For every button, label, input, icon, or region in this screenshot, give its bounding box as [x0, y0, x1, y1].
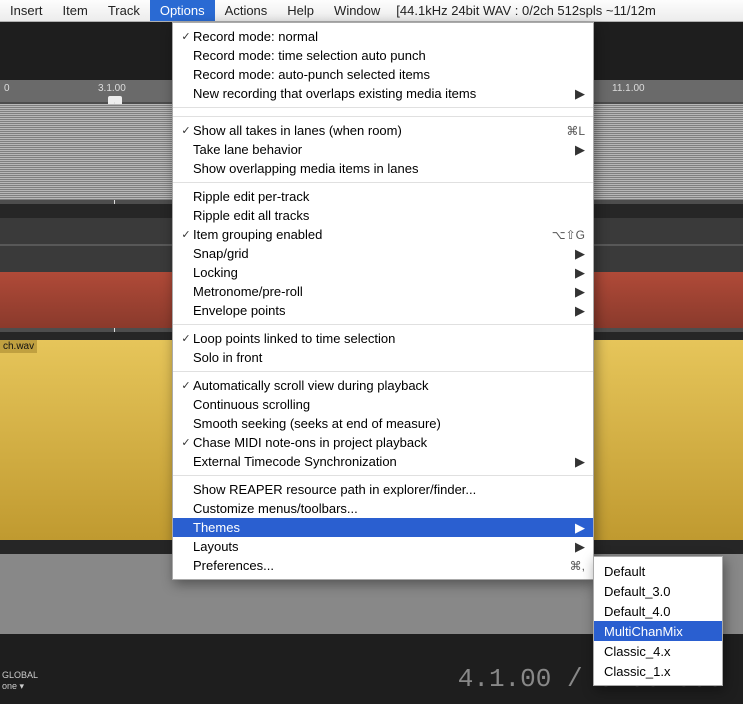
shortcut-label: ⌘L [566, 124, 585, 138]
mixer-none-dropdown[interactable]: one ▾ [2, 681, 24, 692]
themes-submenu: Default Default_3.0 Default_4.0 MultiChanMi… [593, 556, 723, 686]
menu-g7-0[interactable]: Show REAPER resource path in explorer/fi… [173, 480, 593, 499]
menu-label: Show all takes in lanes (when room) [193, 123, 566, 138]
menu-options[interactable]: Options [150, 0, 215, 21]
submenu-arrow-icon: ▶ [575, 246, 585, 262]
theme-label: Default_3.0 [604, 584, 671, 599]
options-dropdown: ✓Record mode: normalRecord mode: time se… [172, 22, 594, 580]
menu-label: Loop points linked to time selection [193, 331, 585, 346]
menu-g5-1[interactable]: Solo in front [173, 348, 593, 367]
menu-label: Show overlapping media items in lanes [193, 161, 585, 176]
ruler-mark-0: 0 [4, 83, 10, 94]
submenu-arrow-icon: ▶ [575, 454, 585, 470]
menu-label: Record mode: auto-punch selected items [193, 67, 585, 82]
menu-label: External Timecode Synchronization [193, 454, 575, 469]
shortcut-label: ⌘, [570, 559, 585, 573]
menubar: Insert Item Track Options Actions Help W… [0, 0, 743, 22]
menu-label: Snap/grid [193, 246, 575, 261]
menu-label: Ripple edit all tracks [193, 208, 585, 223]
ruler-mark-3: 3.1.00 [98, 83, 126, 94]
menu-label: Layouts [193, 539, 575, 554]
menu-g4-6[interactable]: Envelope points▶ [173, 301, 593, 320]
theme-item-default_4.0[interactable]: Default_4.0 [594, 601, 722, 621]
menu-label: New recording that overlaps existing med… [193, 86, 575, 101]
menu-g1-1[interactable]: Record mode: time selection auto punch [173, 46, 593, 65]
theme-label: Default [604, 564, 645, 579]
menu-g4-1[interactable]: Ripple edit all tracks [173, 206, 593, 225]
menu-insert[interactable]: Insert [0, 0, 53, 21]
menu-label: Ripple edit per-track [193, 189, 585, 204]
theme-item-default_3.0[interactable]: Default_3.0 [594, 581, 722, 601]
theme-label: Classic_1.x [604, 664, 670, 679]
menu-g3-1[interactable]: Take lane behavior▶ [173, 140, 593, 159]
menu-g3-2[interactable]: Show overlapping media items in lanes [173, 159, 593, 178]
menu-g4-3[interactable]: Snap/grid▶ [173, 244, 593, 263]
clip-filename: ch.wav [0, 340, 37, 353]
menu-label: Chase MIDI note-ons in project playback [193, 435, 585, 450]
submenu-arrow-icon: ▶ [575, 539, 585, 555]
check-icon: ✓ [179, 332, 193, 345]
ruler-mark-11: 11.1.00 [612, 83, 645, 94]
menu-g6-1[interactable]: Continuous scrolling [173, 395, 593, 414]
menu-label: Solo in front [193, 350, 585, 365]
menu-label: Item grouping enabled [193, 227, 552, 242]
check-icon: ✓ [179, 124, 193, 137]
menu-label: Metronome/pre-roll [193, 284, 575, 299]
menu-g6-4[interactable]: External Timecode Synchronization▶ [173, 452, 593, 471]
menu-label: Preferences... [193, 558, 570, 573]
menu-g4-0[interactable]: Ripple edit per-track [173, 187, 593, 206]
theme-item-default[interactable]: Default [594, 561, 722, 581]
theme-item-classic_1.x[interactable]: Classic_1.x [594, 661, 722, 681]
menu-label: Themes [193, 520, 575, 535]
mixer-global-label: GLOBAL [2, 670, 38, 680]
menu-actions[interactable]: Actions [215, 0, 278, 21]
theme-label: Classic_4.x [604, 644, 670, 659]
menu-label: Smooth seeking (seeks at end of measure) [193, 416, 585, 431]
menu-g1-2[interactable]: Record mode: auto-punch selected items [173, 65, 593, 84]
menu-g4-5[interactable]: Metronome/pre-roll▶ [173, 282, 593, 301]
menu-label: Record mode: time selection auto punch [193, 48, 585, 63]
menu-label: Customize menus/toolbars... [193, 501, 585, 516]
shortcut-label: ⌥⇧G [552, 228, 585, 242]
menu-g6-0[interactable]: ✓Automatically scroll view during playba… [173, 376, 593, 395]
theme-label: Default_4.0 [604, 604, 671, 619]
check-icon: ✓ [179, 436, 193, 449]
submenu-arrow-icon: ▶ [575, 284, 585, 300]
menu-label: Locking [193, 265, 575, 280]
menu-g4-2[interactable]: ✓Item grouping enabled⌥⇧G [173, 225, 593, 244]
menu-g7-3[interactable]: Layouts▶ [173, 537, 593, 556]
menu-label: Automatically scroll view during playbac… [193, 378, 585, 393]
menu-g6-3[interactable]: ✓Chase MIDI note-ons in project playback [173, 433, 593, 452]
menu-help[interactable]: Help [277, 0, 324, 21]
menu-g7-2[interactable]: Themes▶ [173, 518, 593, 537]
check-icon: ✓ [179, 30, 193, 43]
menu-g7-4[interactable]: Preferences...⌘, [173, 556, 593, 575]
menu-status: [44.1kHz 24bit WAV : 0/2ch 512spls ~11/1… [390, 0, 662, 21]
menu-g1-0[interactable]: ✓Record mode: normal [173, 27, 593, 46]
menu-label: Take lane behavior [193, 142, 575, 157]
menu-label: Show REAPER resource path in explorer/fi… [193, 482, 585, 497]
menu-g5-0[interactable]: ✓Loop points linked to time selection [173, 329, 593, 348]
menu-label: Envelope points [193, 303, 575, 318]
theme-label: MultiChanMix [604, 624, 683, 639]
menu-item[interactable]: Item [53, 0, 98, 21]
menu-g6-2[interactable]: Smooth seeking (seeks at end of measure) [173, 414, 593, 433]
submenu-arrow-icon: ▶ [575, 303, 585, 319]
menu-g4-4[interactable]: Locking▶ [173, 263, 593, 282]
menu-label: Record mode: normal [193, 29, 585, 44]
submenu-arrow-icon: ▶ [575, 86, 585, 102]
theme-item-classic_4.x[interactable]: Classic_4.x [594, 641, 722, 661]
menu-window[interactable]: Window [324, 0, 390, 21]
menu-track[interactable]: Track [98, 0, 150, 21]
submenu-arrow-icon: ▶ [575, 142, 585, 158]
menu-label: Continuous scrolling [193, 397, 585, 412]
menu-g1-3[interactable]: New recording that overlaps existing med… [173, 84, 593, 103]
menu-g3-0[interactable]: ✓Show all takes in lanes (when room)⌘L [173, 121, 593, 140]
check-icon: ✓ [179, 228, 193, 241]
check-icon: ✓ [179, 379, 193, 392]
submenu-arrow-icon: ▶ [575, 265, 585, 281]
theme-item-multichanmix[interactable]: MultiChanMix [594, 621, 722, 641]
menu-g7-1[interactable]: Customize menus/toolbars... [173, 499, 593, 518]
submenu-arrow-icon: ▶ [575, 520, 585, 536]
